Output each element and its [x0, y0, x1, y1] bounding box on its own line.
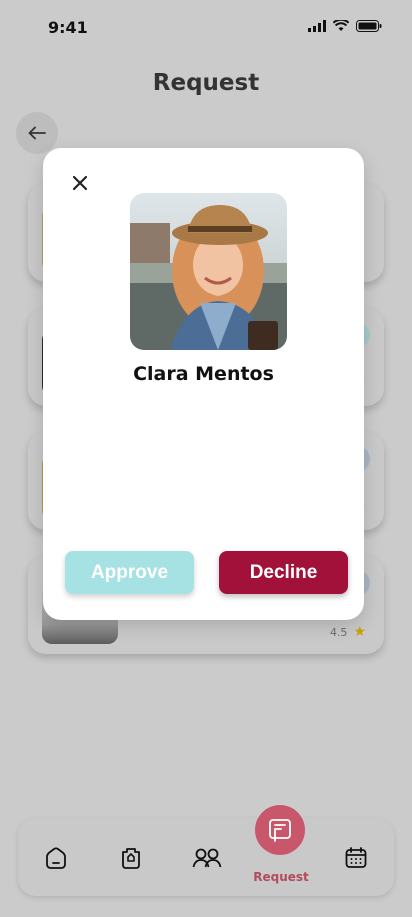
status-time: 9:41: [48, 18, 88, 37]
requester-name: Clara Mentos: [133, 363, 274, 385]
nav-request-label[interactable]: Request: [251, 870, 311, 884]
signal-icon: [308, 20, 326, 32]
request-card-rating-value: 4.5: [329, 625, 348, 639]
calendar-icon: [345, 847, 367, 868]
wifi-icon: [333, 20, 349, 31]
star-icon: ★: [353, 624, 366, 640]
nav-people[interactable]: [191, 844, 223, 872]
nav-request[interactable]: [255, 805, 305, 855]
status-bar: 9:41: [0, 0, 412, 56]
status-icons: [308, 20, 382, 32]
nav-calendar[interactable]: [342, 844, 370, 872]
request-card-rating: 4.5 ★: [330, 624, 366, 640]
bag-icon: [122, 848, 140, 869]
decline-button[interactable]: Decline: [219, 551, 348, 594]
arrow-left-icon: [28, 126, 46, 140]
back-button[interactable]: [16, 112, 58, 154]
bottom-nav: Request: [18, 805, 394, 896]
page-title: Request: [152, 70, 260, 96]
people-icon: [192, 848, 222, 868]
nav-home[interactable]: [42, 844, 70, 872]
profile-photo: [130, 193, 287, 350]
home-icon: [46, 847, 66, 869]
approve-button[interactable]: Approve: [65, 551, 194, 594]
close-button[interactable]: [69, 172, 91, 194]
request-icon: [269, 819, 291, 842]
nav-shop[interactable]: [117, 844, 145, 872]
request-modal: Clara Mentos Approve Decline: [43, 148, 364, 620]
battery-icon: [356, 20, 382, 32]
close-icon: [72, 175, 88, 191]
